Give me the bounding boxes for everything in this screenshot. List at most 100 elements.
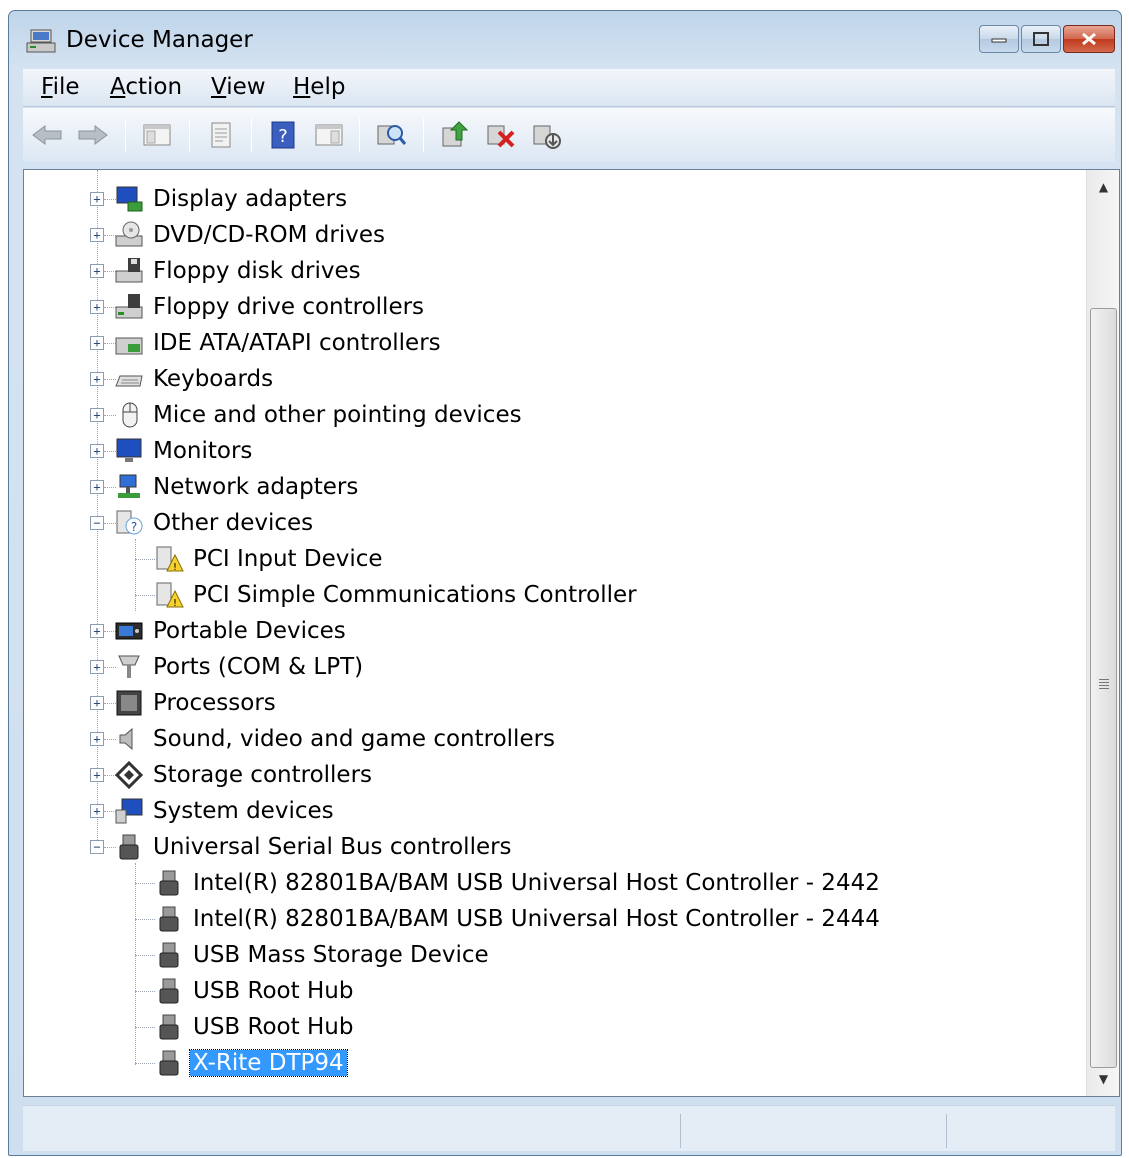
- device-pci-input-device[interactable]: ! PCI Input Device: [154, 542, 386, 576]
- status-bar: [23, 1105, 1115, 1151]
- category-ide-ata-atapi-controllers[interactable]: IDE ATA/ATAPI controllers: [114, 326, 444, 360]
- scan-hardware-changes-button[interactable]: [373, 117, 409, 153]
- device-pci-simple-communications-controller[interactable]: ! PCI Simple Communications Controller: [154, 578, 640, 612]
- expand-toggle-icon[interactable]: +: [90, 696, 104, 710]
- category-system-devices[interactable]: System devices: [114, 794, 337, 828]
- menu-view[interactable]: View: [211, 74, 266, 100]
- device-intel-r-82801ba-bam-usb-universal-host-controller-2444[interactable]: Intel(R) 82801BA/BAM USB Universal Host …: [154, 902, 883, 936]
- expand-toggle-icon[interactable]: +: [90, 228, 104, 242]
- console-tree-icon: [143, 124, 171, 146]
- expand-toggle-icon[interactable]: +: [90, 804, 104, 818]
- category-sound-video-and-game-controllers-label: Sound, video and game controllers: [153, 726, 556, 752]
- ports-icon: [114, 652, 144, 682]
- menu-view-mnemonic: V: [211, 74, 227, 100]
- category-monitors[interactable]: Monitors: [114, 434, 255, 468]
- help-book-icon: ?: [271, 121, 295, 149]
- expand-toggle-icon[interactable]: +: [90, 480, 104, 494]
- collapse-toggle-icon[interactable]: −: [90, 840, 104, 854]
- expand-toggle-icon[interactable]: +: [90, 768, 104, 782]
- help-button[interactable]: ?: [265, 117, 301, 153]
- scrollbar-thumb[interactable]: [1090, 308, 1117, 1068]
- show-hide-console-tree-button[interactable]: [139, 117, 175, 153]
- category-network-adapters[interactable]: Network adapters: [114, 470, 361, 504]
- menu-action[interactable]: Action: [110, 74, 182, 100]
- scroll-up-arrow-icon[interactable]: ▲: [1087, 172, 1120, 202]
- action-pane-icon: [315, 124, 343, 146]
- dvd-drive-icon: [114, 220, 144, 250]
- expand-toggle-icon[interactable]: +: [90, 660, 104, 674]
- expand-toggle-icon[interactable]: +: [90, 624, 104, 638]
- device-usb-mass-storage-device[interactable]: USB Mass Storage Device: [154, 938, 492, 972]
- usb-controller-icon: [154, 940, 184, 970]
- expand-toggle-icon[interactable]: +: [90, 444, 104, 458]
- sound-icon: [114, 724, 144, 754]
- svg-text:?: ?: [131, 520, 137, 534]
- category-other-devices[interactable]: ? Other devices: [114, 506, 316, 540]
- expand-toggle-icon[interactable]: +: [90, 264, 104, 278]
- expand-toggle-icon[interactable]: +: [90, 372, 104, 386]
- category-sound-video-and-game-controllers[interactable]: Sound, video and game controllers: [114, 722, 558, 756]
- disable-device-icon: [533, 125, 561, 149]
- update-driver-button[interactable]: [437, 117, 473, 153]
- device-usb-root-hub[interactable]: USB Root Hub: [154, 974, 356, 1008]
- device-tree[interactable]: + Display adapters + DVD/CD-ROM drives + Flop…: [24, 170, 1086, 1096]
- device-usb-root-hub[interactable]: USB Root Hub: [154, 1010, 356, 1044]
- menu-help-mnemonic: H: [293, 74, 311, 100]
- scroll-down-arrow-icon[interactable]: ▼: [1087, 1064, 1120, 1094]
- category-ide-ata-atapi-controllers-label: IDE ATA/ATAPI controllers: [153, 330, 441, 356]
- menu-action-mnemonic: A: [110, 74, 126, 100]
- properties-button[interactable]: [203, 117, 239, 153]
- maximize-icon: [1033, 32, 1049, 46]
- category-portable-devices[interactable]: Portable Devices: [114, 614, 349, 648]
- category-floppy-drive-controllers[interactable]: Floppy drive controllers: [114, 290, 427, 324]
- menu-help[interactable]: Help: [293, 74, 345, 100]
- device-x-rite-dtp94[interactable]: X-Rite DTP94: [154, 1046, 348, 1080]
- minimize-button[interactable]: [979, 25, 1019, 53]
- expand-toggle-icon[interactable]: +: [90, 192, 104, 206]
- device-usb-root-hub-label: USB Root Hub: [193, 1014, 354, 1040]
- device-usb-mass-storage-device-label: USB Mass Storage Device: [193, 942, 489, 968]
- expand-toggle-icon[interactable]: +: [90, 732, 104, 746]
- category-storage-controllers[interactable]: Storage controllers: [114, 758, 375, 792]
- tree-connector: [135, 863, 136, 1065]
- category-portable-devices-label: Portable Devices: [153, 618, 346, 644]
- menu-file-mnemonic: F: [41, 74, 53, 100]
- category-universal-serial-bus-controllers[interactable]: Universal Serial Bus controllers: [114, 830, 515, 864]
- disable-button[interactable]: [529, 117, 565, 153]
- vertical-scrollbar[interactable]: ▲ ▼: [1086, 170, 1119, 1096]
- expand-toggle-icon[interactable]: +: [90, 408, 104, 422]
- window-title: Device Manager: [66, 27, 253, 53]
- maximize-button[interactable]: [1021, 25, 1061, 53]
- category-keyboards[interactable]: Keyboards: [114, 362, 276, 396]
- status-pane-main: [23, 1114, 681, 1148]
- category-ports-com-lpt[interactable]: Ports (COM & LPT): [114, 650, 366, 684]
- category-floppy-disk-drives-label: Floppy disk drives: [153, 258, 361, 284]
- category-processors[interactable]: Processors: [114, 686, 279, 720]
- device-pci-input-device-label: PCI Input Device: [193, 546, 383, 572]
- menu-view-label: iew: [226, 74, 266, 100]
- back-button[interactable]: [29, 117, 65, 153]
- toolbar: ?: [23, 108, 1115, 162]
- category-dvd-cd-rom-drives[interactable]: DVD/CD-ROM drives: [114, 218, 388, 252]
- category-mice-and-other-pointing-devices[interactable]: Mice and other pointing devices: [114, 398, 525, 432]
- close-button[interactable]: [1063, 25, 1115, 53]
- menu-file-label: ile: [52, 74, 80, 100]
- title-bar[interactable]: Device Manager: [9, 11, 1121, 69]
- category-system-devices-label: System devices: [153, 798, 334, 824]
- tree-connector: [135, 539, 136, 611]
- svg-text:?: ?: [278, 126, 288, 147]
- category-floppy-disk-drives[interactable]: Floppy disk drives: [114, 254, 364, 288]
- toolbar-separator: [125, 118, 126, 152]
- expand-toggle-icon[interactable]: +: [90, 300, 104, 314]
- show-action-pane-button[interactable]: [311, 117, 347, 153]
- category-display-adapters[interactable]: Display adapters: [114, 182, 350, 216]
- collapse-toggle-icon[interactable]: −: [90, 516, 104, 530]
- menu-file[interactable]: File: [41, 74, 80, 100]
- device-intel-r-82801ba-bam-usb-universal-host-controller-2442[interactable]: Intel(R) 82801BA/BAM USB Universal Host …: [154, 866, 883, 900]
- tree-connector: [135, 559, 155, 560]
- storage-controller-icon: [114, 760, 144, 790]
- expand-toggle-icon[interactable]: +: [90, 336, 104, 350]
- uninstall-button[interactable]: [483, 117, 519, 153]
- category-mice-and-other-pointing-devices-label: Mice and other pointing devices: [153, 402, 522, 428]
- forward-button[interactable]: [75, 117, 111, 153]
